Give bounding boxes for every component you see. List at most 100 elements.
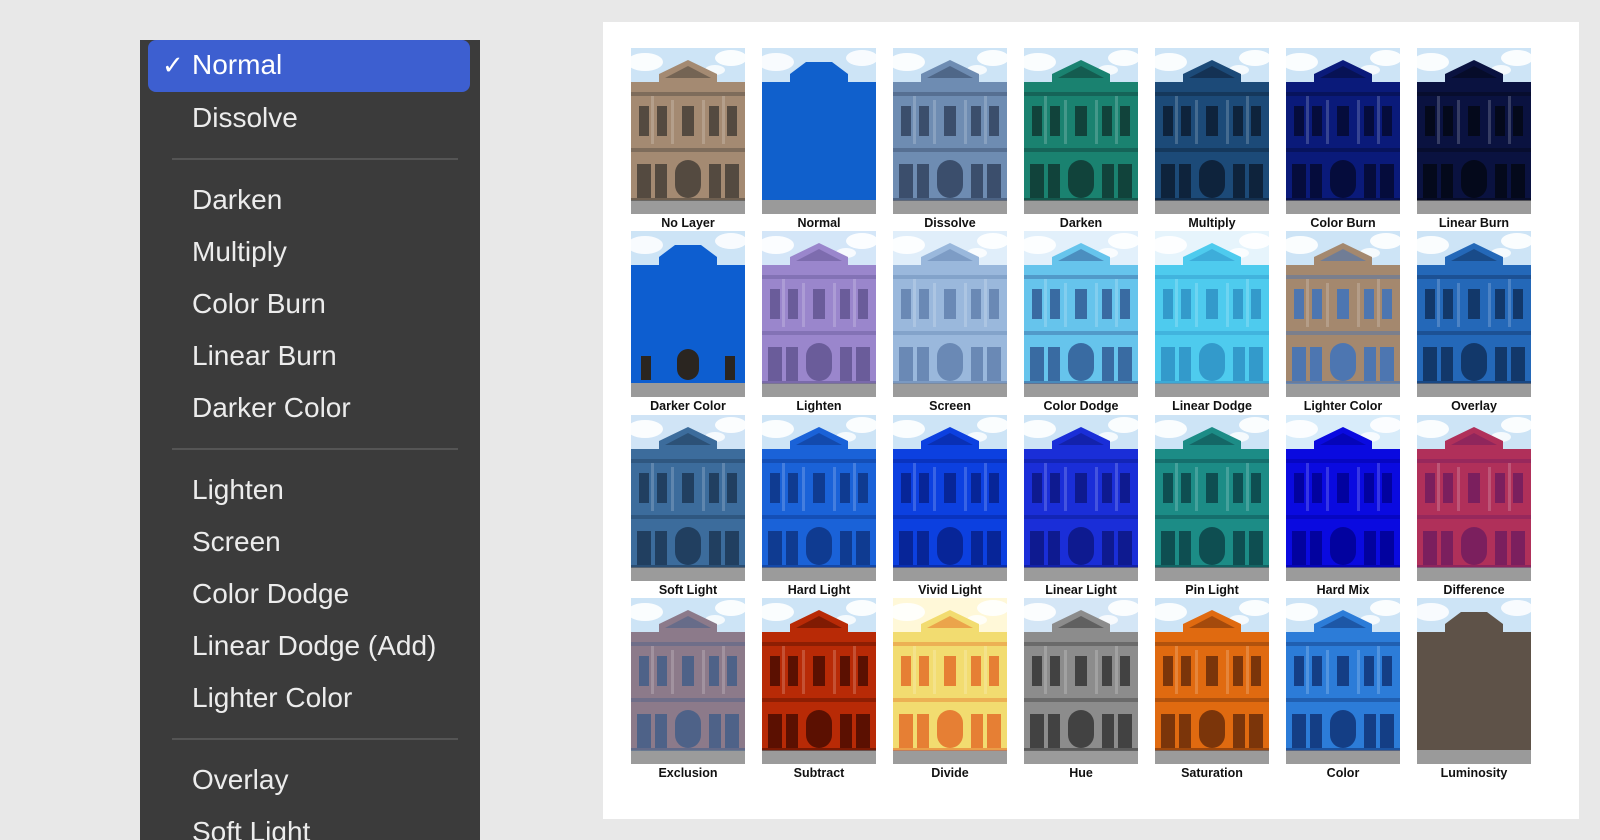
blend-mode-caption: Exclusion — [658, 766, 718, 780]
menu-item-linear-burn[interactable]: Linear Burn — [192, 336, 337, 376]
building-image — [1286, 48, 1400, 214]
building-photo — [1417, 231, 1531, 397]
blend-mode-comparison-grid: No Layer Normal Dissolve Darken Multiply… — [603, 22, 1579, 819]
building-image — [1155, 48, 1269, 214]
building-photo — [1024, 415, 1138, 581]
building-photo — [1286, 48, 1400, 214]
blend-mode-caption: Normal — [797, 216, 841, 230]
menu-separator — [172, 738, 458, 740]
blend-thumbnail: Soft Light — [631, 415, 745, 601]
menu-item-color-burn[interactable]: Color Burn — [192, 284, 326, 324]
blend-thumbnail: Multiply — [1155, 48, 1269, 234]
building-photo — [1286, 598, 1400, 764]
building-image — [893, 598, 1007, 764]
building-photo — [762, 231, 876, 397]
menu-item-darken[interactable]: Darken — [192, 180, 282, 220]
blend-mode-caption: Overlay — [1451, 399, 1497, 413]
building-photo — [1417, 598, 1531, 764]
menu-item-color-dodge[interactable]: Color Dodge — [192, 574, 349, 614]
building-image — [1417, 48, 1531, 214]
building-photo — [1417, 48, 1531, 214]
blend-mode-caption: Difference — [1443, 583, 1505, 597]
blend-thumbnail: Hard Light — [762, 415, 876, 601]
blend-mode-caption: Linear Burn — [1438, 216, 1510, 230]
menu-item-overlay[interactable]: Overlay — [192, 760, 288, 800]
building-image — [1155, 598, 1269, 764]
building-photo — [631, 415, 745, 581]
menu-item-lighten[interactable]: Lighten — [192, 470, 284, 510]
building-image — [893, 415, 1007, 581]
building-image — [762, 231, 876, 397]
building-image — [1417, 415, 1531, 581]
blend-mode-caption: Screen — [929, 399, 971, 413]
menu-item-linear-dodge-add[interactable]: Linear Dodge (Add) — [192, 626, 436, 666]
blend-mode-dropdown[interactable]: ✓ Normal Dissolve Darken Multiply Color Burn L… — [140, 40, 480, 840]
blend-thumbnail: Vivid Light — [893, 415, 1007, 601]
building-photo — [893, 415, 1007, 581]
blend-mode-caption: Dissolve — [924, 216, 976, 230]
building-image — [631, 231, 745, 397]
menu-item-screen[interactable]: Screen — [192, 522, 281, 562]
building-image — [1024, 598, 1138, 764]
building-image — [893, 231, 1007, 397]
building-image — [631, 48, 745, 214]
blend-thumbnail: Linear Burn — [1417, 48, 1531, 234]
blend-thumbnail: Dissolve — [893, 48, 1007, 234]
menu-separator — [172, 448, 458, 450]
building-image — [1286, 231, 1400, 397]
building-image — [762, 48, 876, 214]
building-image — [1417, 231, 1531, 397]
building-image — [1024, 415, 1138, 581]
blend-thumbnail: Color — [1286, 598, 1400, 784]
blend-thumbnail: No Layer — [631, 48, 745, 234]
blend-mode-caption: Darken — [1059, 216, 1103, 230]
building-image — [1286, 415, 1400, 581]
blend-mode-caption: Luminosity — [1440, 766, 1508, 780]
menu-item-label: Normal — [192, 49, 283, 80]
menu-item-normal[interactable]: ✓ Normal — [148, 40, 470, 92]
blend-mode-caption: Linear Light — [1045, 583, 1117, 597]
blend-thumbnail: Linear Light — [1024, 415, 1138, 601]
blend-thumbnail: Pin Light — [1155, 415, 1269, 601]
building-photo — [1155, 231, 1269, 397]
building-photo — [1417, 415, 1531, 581]
blend-thumbnail: Luminosity — [1417, 598, 1531, 784]
blend-thumbnail: Linear Dodge — [1155, 231, 1269, 417]
building-photo — [762, 598, 876, 764]
building-photo — [893, 231, 1007, 397]
building-photo — [893, 48, 1007, 214]
blend-mode-caption: Lighten — [796, 399, 842, 413]
building-photo — [1286, 415, 1400, 581]
menu-item-soft-light[interactable]: Soft Light — [192, 812, 310, 840]
blend-thumbnail: Subtract — [762, 598, 876, 784]
blend-thumbnail: Darken — [1024, 48, 1138, 234]
menu-item-lighter-color[interactable]: Lighter Color — [192, 678, 352, 718]
blend-thumbnail: Exclusion — [631, 598, 745, 784]
building-photo — [1024, 48, 1138, 214]
blend-mode-caption: Multiply — [1188, 216, 1236, 230]
building-photo — [631, 48, 745, 214]
menu-item-dissolve[interactable]: Dissolve — [192, 98, 298, 138]
blend-thumbnail: Divide — [893, 598, 1007, 784]
blend-mode-caption: Lighter Color — [1303, 399, 1383, 413]
building-image — [631, 415, 745, 581]
blend-mode-caption: Color Dodge — [1043, 399, 1119, 413]
blend-thumbnail: Normal — [762, 48, 876, 234]
blend-mode-caption: Hue — [1069, 766, 1093, 780]
blend-mode-caption: Hard Light — [787, 583, 851, 597]
blend-mode-caption: Soft Light — [658, 583, 718, 597]
blend-mode-caption: Divide — [931, 766, 969, 780]
blend-thumbnail: Difference — [1417, 415, 1531, 601]
menu-item-darker-color[interactable]: Darker Color — [192, 388, 351, 428]
menu-item-multiply[interactable]: Multiply — [192, 232, 287, 272]
blend-mode-caption: Color — [1326, 766, 1360, 780]
building-photo — [1024, 598, 1138, 764]
building-photo — [893, 598, 1007, 764]
building-image — [762, 415, 876, 581]
blend-thumbnail: Lighten — [762, 231, 876, 417]
blend-thumbnail: Overlay — [1417, 231, 1531, 417]
building-image — [762, 598, 876, 764]
blend-mode-caption: Vivid Light — [918, 583, 982, 597]
building-image — [1286, 598, 1400, 764]
building-image — [1417, 598, 1531, 764]
